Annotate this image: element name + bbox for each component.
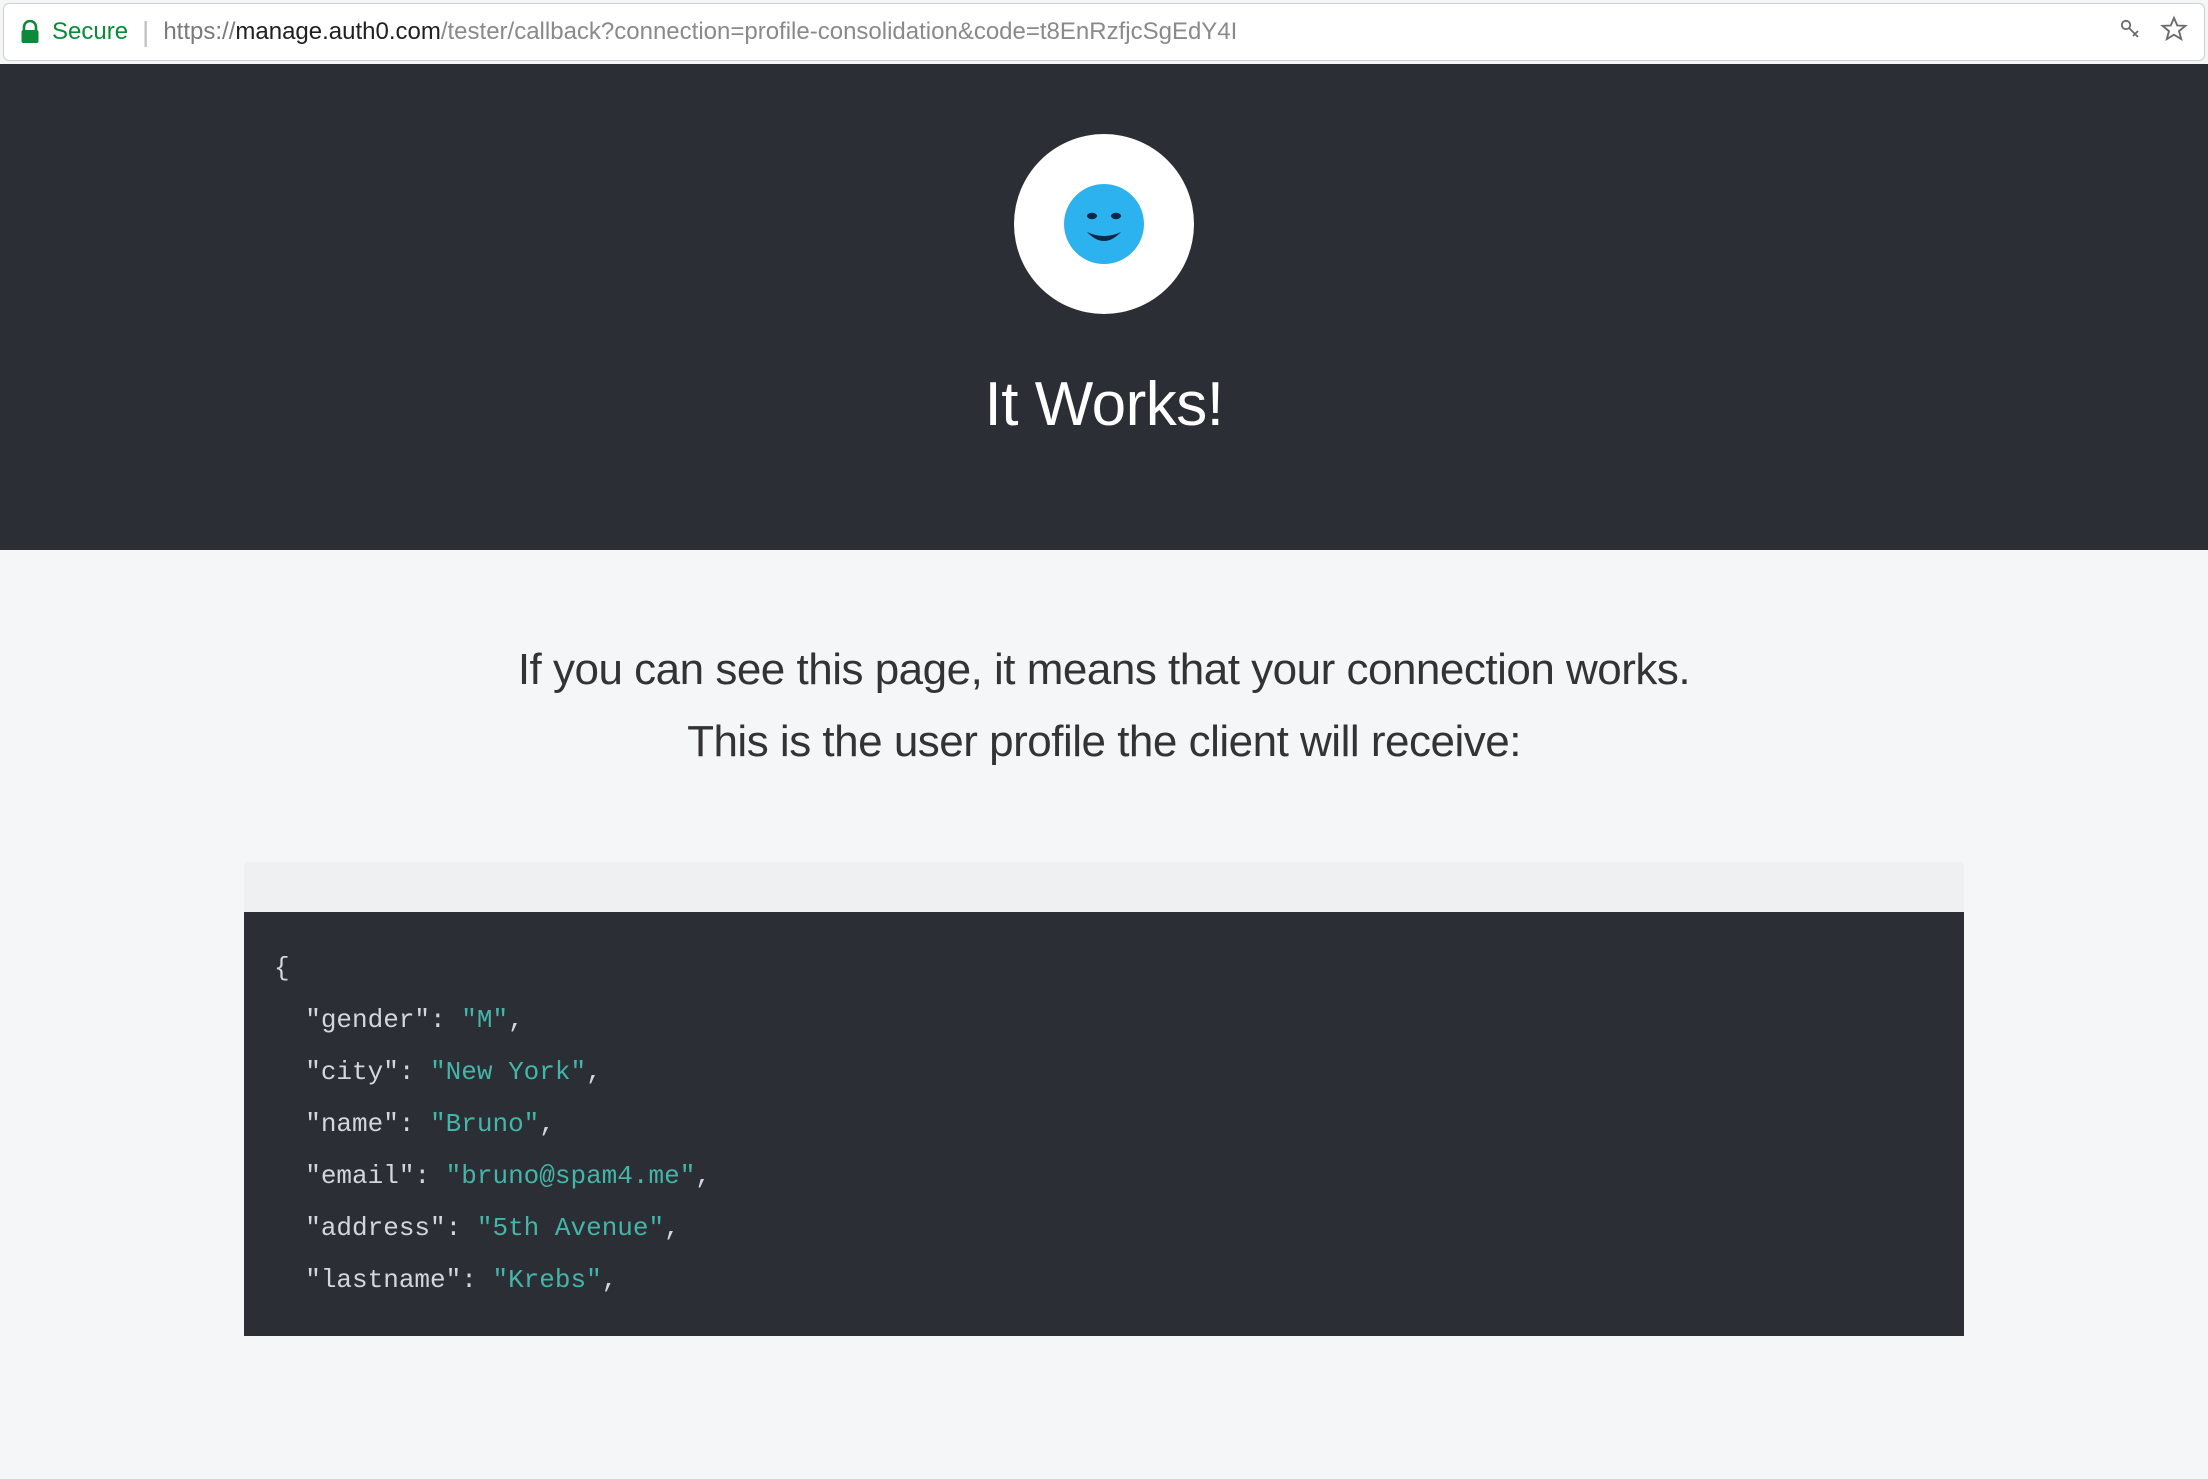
divider: | <box>142 16 149 48</box>
key-icon[interactable] <box>2118 17 2142 48</box>
code-container: { "gender": "M", "city": "New York", "na… <box>244 862 1964 1336</box>
browser-address-bar[interactable]: Secure | https://manage.auth0.com/tester… <box>3 3 2205 61</box>
page-title: It Works! <box>0 369 2208 440</box>
code-block: { "gender": "M", "city": "New York", "na… <box>244 912 1964 1336</box>
secure-label: Secure <box>52 18 128 46</box>
intro-line-1: If you can see this page, it means that … <box>40 645 2168 695</box>
intro-line-2: This is the user profile the client will… <box>40 717 2168 767</box>
smiley-icon <box>1062 182 1146 266</box>
main-content: If you can see this page, it means that … <box>0 550 2208 1336</box>
url-scheme: https:// <box>163 18 235 45</box>
url-host: manage.auth0.com <box>235 18 440 45</box>
hero-banner: It Works! <box>0 64 2208 550</box>
avatar <box>1014 134 1194 314</box>
url-path: /tester/callback?connection=profile-cons… <box>441 18 1237 45</box>
star-icon[interactable] <box>2160 15 2188 50</box>
lock-icon <box>20 20 40 44</box>
code-top-bar <box>244 862 1964 912</box>
url-text: https://manage.auth0.com/tester/callback… <box>163 18 2118 46</box>
